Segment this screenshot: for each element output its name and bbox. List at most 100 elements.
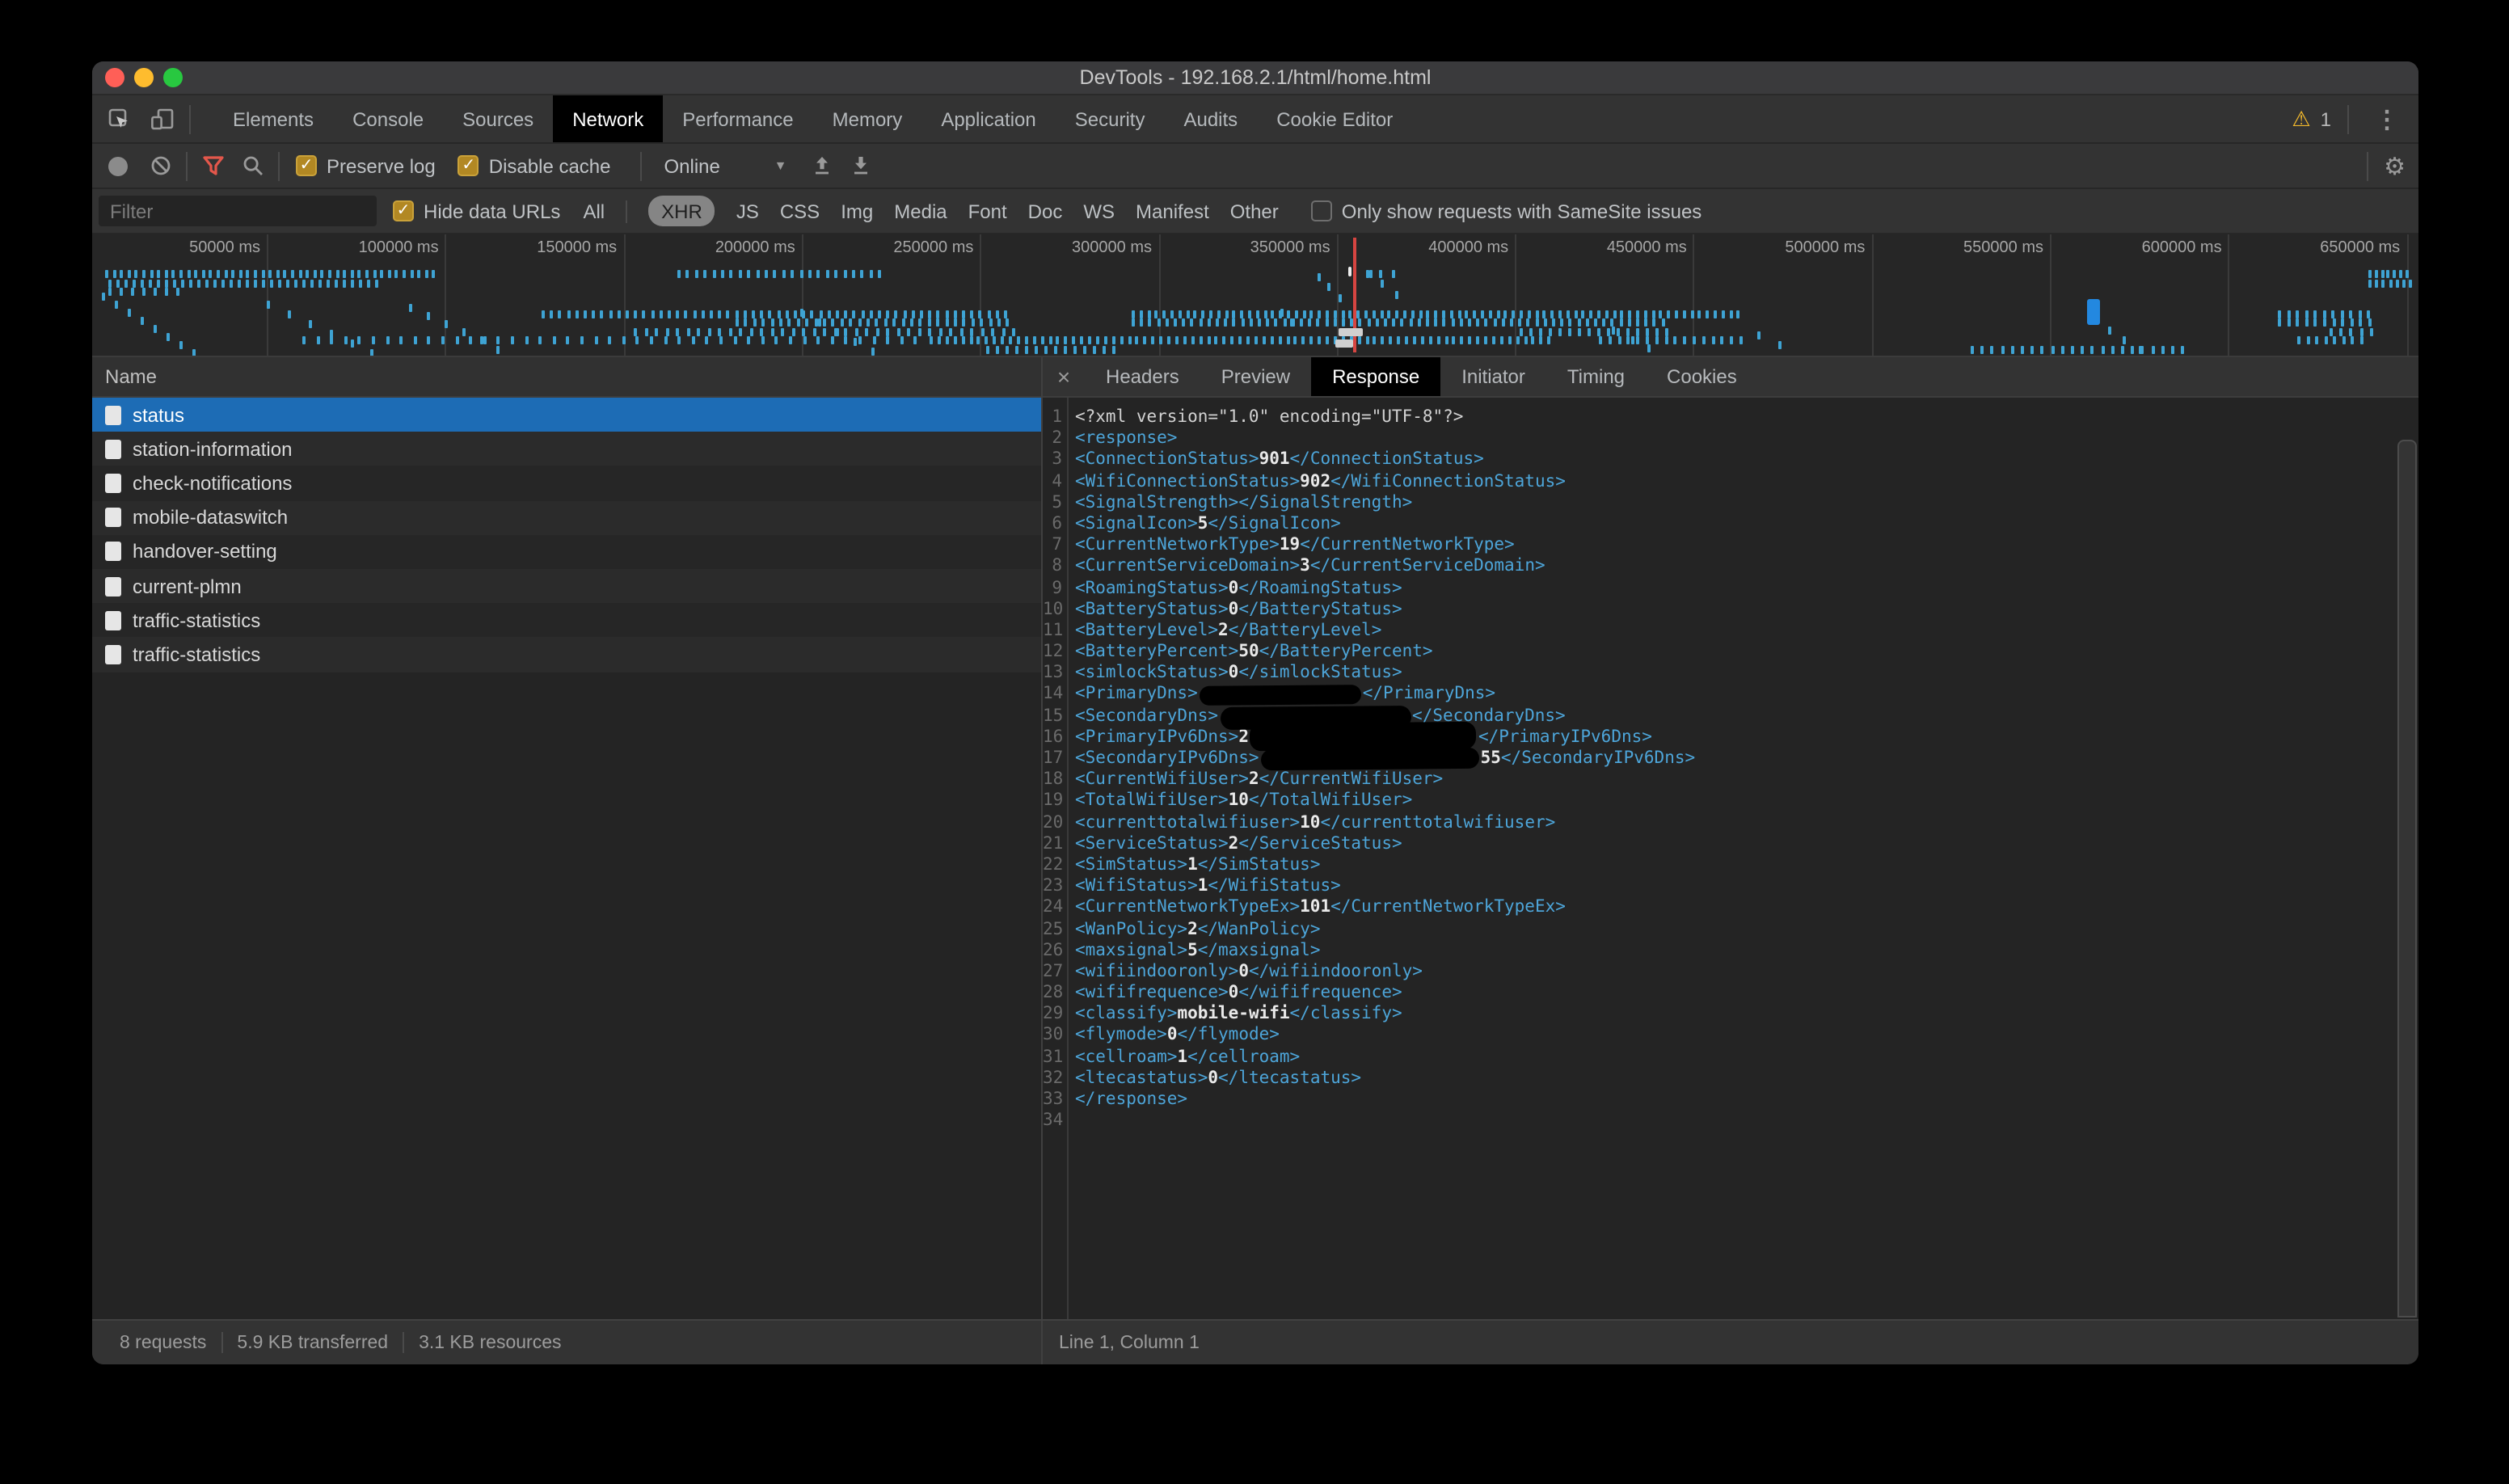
- request-row[interactable]: current-plmn: [92, 569, 1041, 603]
- divider: [189, 104, 191, 133]
- samesite-checkbox[interactable]: [1311, 200, 1332, 221]
- search-icon[interactable]: [233, 146, 272, 185]
- filter-bar: ✓ Hide data URLs AllXHRJSCSSImgMediaFont…: [92, 189, 2418, 234]
- request-dot: [344, 336, 348, 344]
- filter-type-doc[interactable]: Doc: [1028, 200, 1063, 222]
- request-row[interactable]: check-notifications: [92, 466, 1041, 500]
- request-dot: [1569, 318, 1572, 327]
- disable-cache-checkbox[interactable]: ✓: [458, 155, 479, 176]
- filter-type-js[interactable]: JS: [736, 200, 759, 222]
- filter-type-ws[interactable]: WS: [1083, 200, 1115, 222]
- inspect-element-icon[interactable]: [99, 98, 141, 140]
- request-dot: [108, 279, 112, 287]
- request-dot: [372, 336, 375, 344]
- request-dot: [1568, 327, 1571, 335]
- code-token: <SecondaryIPv6Dns>: [1075, 748, 1259, 768]
- filter-type-all[interactable]: All: [583, 200, 605, 222]
- network-overview-timeline[interactable]: 50000 ms100000 ms150000 ms200000 ms25000…: [92, 234, 2418, 357]
- preserve-log-checkbox[interactable]: ✓: [296, 155, 317, 176]
- throttling-select[interactable]: Online ▼: [664, 154, 787, 177]
- close-detail-icon[interactable]: ×: [1043, 357, 1085, 396]
- filter-type-other[interactable]: Other: [1230, 200, 1279, 222]
- detail-tab-cookies[interactable]: Cookies: [1646, 357, 1758, 396]
- request-dot: [986, 345, 989, 353]
- export-har-icon[interactable]: [803, 146, 842, 185]
- detail-tab-timing[interactable]: Timing: [1546, 357, 1646, 396]
- request-dot: [1730, 336, 1733, 344]
- request-dot: [1655, 336, 1659, 344]
- tabbar-right: ⚠ 1 ⋮: [2292, 104, 2409, 133]
- code-line: <RoamingStatus>0</RoamingStatus>: [1075, 578, 2418, 599]
- tab-memory[interactable]: Memory: [813, 95, 922, 142]
- detail-tab-preview[interactable]: Preview: [1200, 357, 1311, 396]
- request-dot: [930, 336, 933, 344]
- code-token: 901: [1259, 450, 1290, 470]
- request-dot: [165, 279, 168, 287]
- warning-icon[interactable]: ⚠: [2292, 108, 2310, 129]
- request-dot: [351, 279, 354, 287]
- kebab-menu-icon[interactable]: ⋮: [2365, 104, 2409, 133]
- requests-header[interactable]: Name: [92, 357, 1041, 398]
- detail-tab-response[interactable]: Response: [1311, 357, 1440, 396]
- request-dot: [197, 279, 200, 287]
- request-dot: [428, 336, 431, 344]
- tab-network[interactable]: Network: [553, 95, 663, 142]
- filter-funnel-icon[interactable]: [194, 146, 233, 185]
- warning-count[interactable]: 1: [2321, 108, 2331, 130]
- filter-type-manifest[interactable]: Manifest: [1136, 200, 1209, 222]
- request-row[interactable]: status: [92, 398, 1041, 432]
- request-dot: [1216, 318, 1219, 327]
- filter-type-img[interactable]: Img: [841, 200, 873, 222]
- clear-icon[interactable]: [141, 146, 179, 185]
- device-toolbar-icon[interactable]: [141, 98, 183, 140]
- tab-elements[interactable]: Elements: [213, 95, 333, 142]
- tab-sources[interactable]: Sources: [443, 95, 553, 142]
- timeline-gridline: [2050, 234, 2051, 356]
- request-dot: [179, 341, 183, 349]
- request-dot: [1512, 310, 1515, 318]
- import-har-icon[interactable]: [842, 146, 881, 185]
- request-dot: [149, 279, 152, 287]
- tab-console[interactable]: Console: [333, 95, 443, 142]
- request-dot: [1308, 318, 1311, 327]
- request-row[interactable]: traffic-statistics: [92, 638, 1041, 672]
- filter-type-media[interactable]: Media: [894, 200, 947, 222]
- request-row[interactable]: station-information: [92, 432, 1041, 466]
- tab-audits[interactable]: Audits: [1164, 95, 1257, 142]
- request-dot: [2375, 279, 2378, 287]
- response-viewer[interactable]: 1234567891011121314151617181920212223242…: [1043, 398, 2418, 1319]
- request-dot: [1162, 310, 1166, 318]
- filter-input[interactable]: [99, 196, 377, 226]
- request-dot: [718, 310, 721, 318]
- request-dot: [141, 317, 144, 325]
- request-dot: [1159, 336, 1162, 344]
- request-dot: [1290, 318, 1293, 327]
- tab-security[interactable]: Security: [1056, 95, 1165, 142]
- request-dot: [1194, 310, 1197, 318]
- code-token: <SecondaryDns>: [1075, 706, 1218, 725]
- record-button[interactable]: [108, 156, 128, 175]
- request-row[interactable]: mobile-dataswitch: [92, 500, 1041, 534]
- gear-icon[interactable]: ⚙: [2384, 151, 2406, 180]
- tab-performance[interactable]: Performance: [663, 95, 812, 142]
- response-scrollbar[interactable]: [2397, 440, 2417, 1317]
- tab-cookie-editor[interactable]: Cookie Editor: [1257, 95, 1412, 142]
- code-token: </maxsignal>: [1198, 940, 1321, 959]
- request-row[interactable]: traffic-statistics: [92, 603, 1041, 637]
- request-dot: [2296, 310, 2299, 318]
- filter-type-css[interactable]: CSS: [780, 200, 820, 222]
- request-dot: [1065, 336, 1068, 344]
- request-dot: [455, 336, 458, 344]
- hide-data-urls-checkbox[interactable]: ✓: [393, 200, 414, 221]
- filter-type-xhr[interactable]: XHR: [648, 196, 715, 226]
- tab-application[interactable]: Application: [921, 95, 1055, 142]
- line-number: 5: [1043, 493, 1062, 514]
- request-dot: [895, 310, 898, 318]
- filter-type-font[interactable]: Font: [968, 200, 1007, 222]
- request-dot: [1381, 280, 1384, 288]
- request-row[interactable]: handover-setting: [92, 535, 1041, 569]
- detail-tab-headers[interactable]: Headers: [1085, 357, 1200, 396]
- request-dot: [262, 279, 265, 287]
- detail-tab-initiator[interactable]: Initiator: [1440, 357, 1546, 396]
- request-dot: [399, 336, 403, 344]
